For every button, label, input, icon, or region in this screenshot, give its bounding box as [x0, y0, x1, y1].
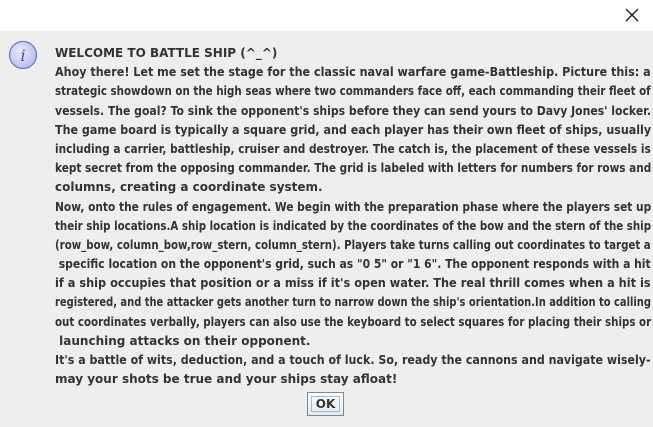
message-line: registered, and the attacker gets anothe… — [55, 295, 651, 310]
ok-button[interactable]: OK — [307, 392, 344, 416]
message-line: out coordinates verbally, players can al… — [55, 314, 652, 329]
ok-button-label: OK — [315, 397, 336, 411]
dialog-message: WELCOME TO BATTLE SHIP (^_^) Ahoy there! … — [55, 44, 651, 389]
message-line: may your shots be true and your ships st… — [55, 372, 398, 387]
message-line: launching attacks on their opponent. — [55, 333, 311, 348]
message-line: It's a battle of wits, deduction, and a … — [55, 353, 651, 367]
message-line: if a ship occupies that position or a mi… — [55, 276, 651, 291]
message-line: Now, onto the rules of engagement. We be… — [55, 199, 652, 214]
message-line: (row_bow, column_bow,row_stern, column_s… — [55, 237, 651, 252]
info-icon: i — [8, 40, 38, 70]
message-line: vessels. The goal? To sink the opponent'… — [55, 103, 652, 118]
message-line: specific location on the opponent's grid… — [55, 257, 651, 272]
message-line: columns, creating a coordinate system. — [55, 180, 323, 195]
message-line: kept secret from the opposing commander.… — [55, 161, 652, 176]
title-bar — [0, 0, 653, 31]
message-line: Ahoy there! Let me set the stage for the… — [55, 65, 651, 80]
message-line: The game board is typically a square gri… — [55, 122, 652, 137]
message-line: including a carrier, battleship, cruiser… — [55, 141, 651, 156]
close-icon — [625, 8, 639, 22]
message-line: their ship locations.A ship location is … — [55, 218, 652, 233]
info-icon-glyph: i — [20, 46, 25, 65]
close-button[interactable] — [619, 3, 645, 27]
message-line: strategic showdown on the high seas wher… — [55, 84, 651, 99]
dialog-heading: WELCOME TO BATTLE SHIP (^_^) — [55, 46, 278, 60]
dialog-content: i WELCOME TO BATTLE SHIP (^_^) Ahoy there… — [0, 31, 653, 427]
